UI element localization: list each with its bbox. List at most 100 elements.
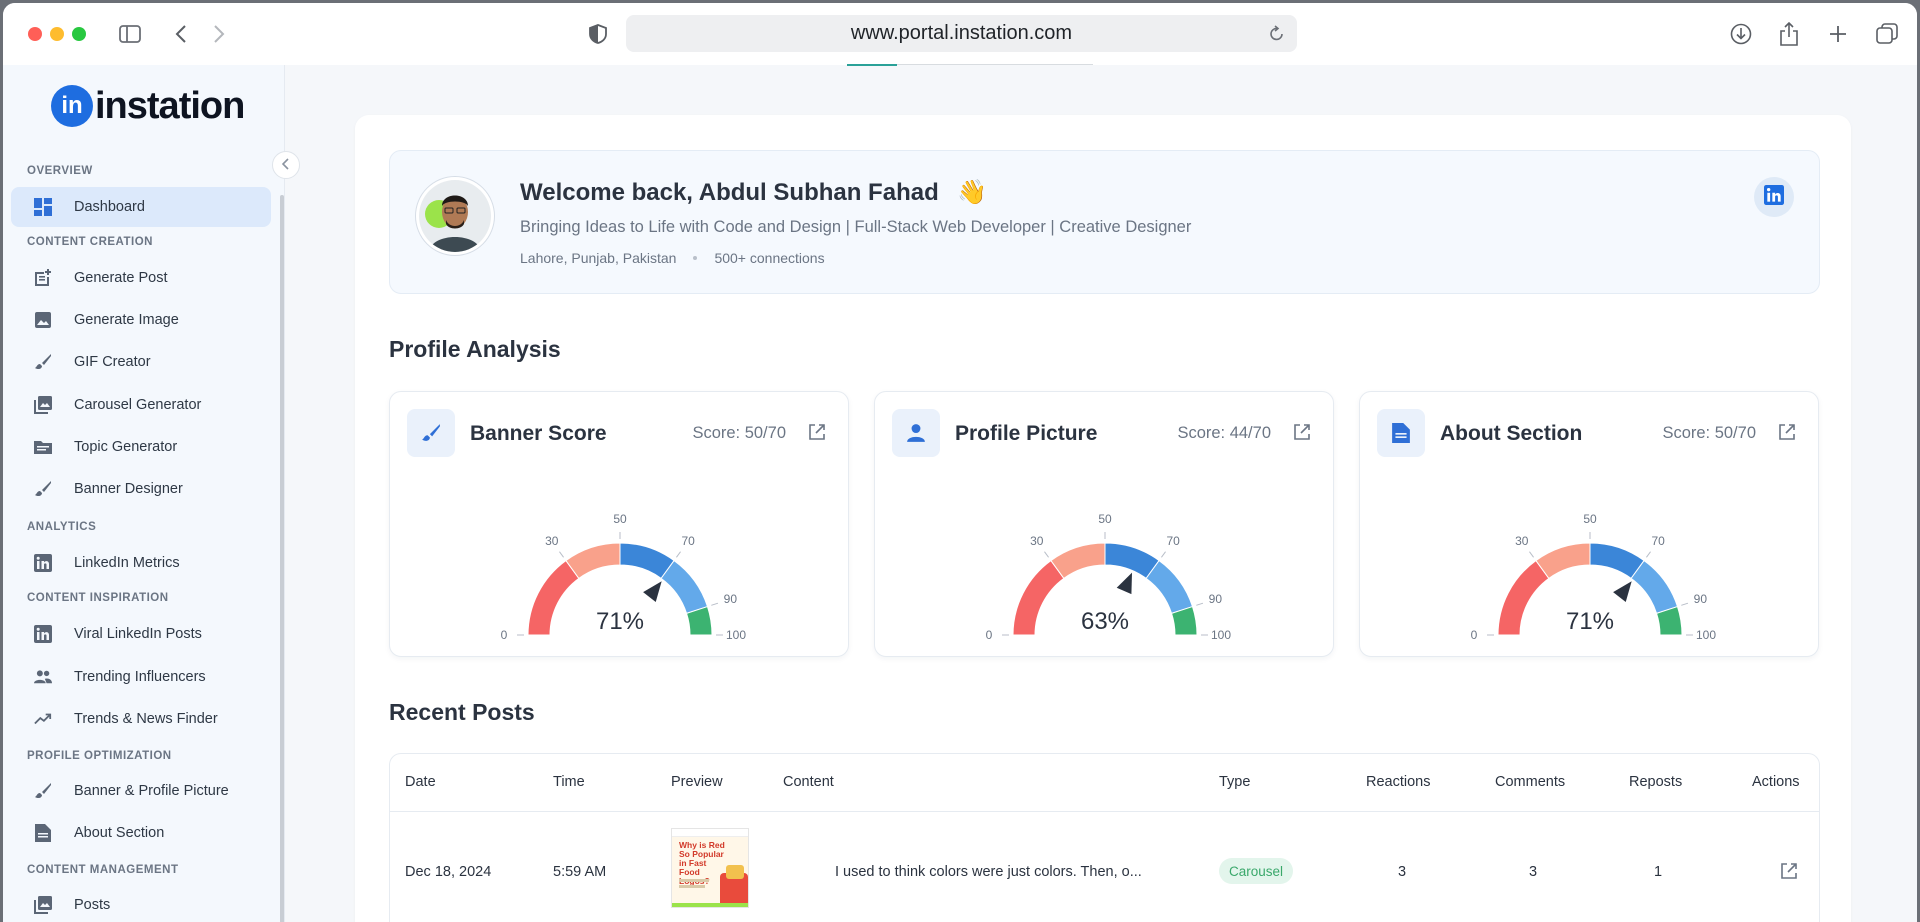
- table-header-divider: [390, 811, 1819, 812]
- sidebar-item-trends-news-finder[interactable]: Trends & News Finder: [11, 699, 271, 739]
- logo-text: instation: [95, 84, 245, 127]
- sidebar-item-banner-profile-picture[interactable]: Banner & Profile Picture: [11, 771, 271, 811]
- brush-icon: [407, 409, 455, 457]
- browser-toolbar: www.portal.instation.com: [3, 3, 1917, 65]
- avatar[interactable]: [416, 177, 494, 255]
- gauge-tick-label: 0: [986, 628, 993, 642]
- gauge-tick-label: 70: [1167, 534, 1181, 548]
- gauge-tick: [1529, 551, 1534, 558]
- sidebar-item-label: LinkedIn Metrics: [74, 555, 180, 571]
- section-label-content-inspiration: CONTENT INSPIRATION: [27, 592, 169, 604]
- gauge-tick-label: 90: [1694, 592, 1708, 606]
- sidebar-item-carousel-generator[interactable]: Carousel Generator: [11, 385, 271, 425]
- sidebar-item-generate-image[interactable]: Generate Image: [11, 300, 271, 340]
- sidebar-toggle-icon[interactable]: [117, 21, 143, 47]
- linkedin-profile-button[interactable]: [1754, 177, 1794, 217]
- sidebar-item-label: Banner & Profile Picture: [74, 783, 229, 799]
- logo-badge: in: [51, 85, 93, 127]
- column-header: Reactions: [1366, 774, 1431, 790]
- gauge-segment: [1497, 559, 1550, 636]
- gauge-chart: 0 30 50 70 90 100 71%: [1471, 512, 1717, 642]
- score-card-score: Score: 44/70: [1177, 424, 1271, 442]
- gauge-segment: [1012, 559, 1065, 636]
- post-preview-thumbnail[interactable]: Why is Red So Popular in Fast Food Logos…: [671, 828, 749, 908]
- gauge-tick-label: 30: [1030, 534, 1044, 548]
- post-time: 5:59 AM: [553, 864, 607, 880]
- close-window-button[interactable]: [28, 27, 42, 41]
- open-external-icon[interactable]: [1293, 423, 1311, 446]
- column-header: Type: [1219, 774, 1251, 790]
- sidebar-item-linkedin-metrics[interactable]: LinkedIn Metrics: [11, 543, 271, 583]
- collapse-sidebar-button[interactable]: [272, 151, 300, 179]
- tabs-overview-icon[interactable]: [1875, 21, 1899, 47]
- score-card-title: About Section: [1440, 422, 1583, 445]
- document-icon: [34, 824, 52, 842]
- gauge-tick-label: 30: [1515, 534, 1529, 548]
- gauge-tick-label: 50: [1098, 512, 1112, 526]
- brush-icon: [34, 353, 52, 371]
- open-external-icon[interactable]: [808, 423, 826, 446]
- welcome-title-text: Welcome back, Abdul Subhan Fahad: [520, 179, 939, 206]
- open-external-icon[interactable]: [1780, 862, 1798, 885]
- gauge-tick-label: 50: [1583, 512, 1597, 526]
- reload-icon[interactable]: [1269, 24, 1285, 48]
- post-content: I used to think colors were just colors.…: [835, 864, 1142, 880]
- linkedin-icon: [1764, 184, 1784, 210]
- gauge-tick: [559, 551, 564, 558]
- sidebar-item-viral-linkedin-posts[interactable]: Viral LinkedIn Posts: [11, 614, 271, 654]
- forward-icon[interactable]: [209, 21, 229, 47]
- document-icon: [1377, 409, 1425, 457]
- post-reposts: 1: [1654, 864, 1663, 880]
- address-bar[interactable]: www.portal.instation.com: [626, 15, 1297, 52]
- gauge-value-label: 71%: [596, 608, 644, 635]
- post-reactions: 3: [1398, 864, 1407, 880]
- shield-icon[interactable]: [587, 21, 609, 47]
- back-icon[interactable]: [171, 21, 191, 47]
- gauge-segment: [1630, 559, 1679, 614]
- sidebar-item-trending-influencers[interactable]: Trending Influencers: [11, 657, 271, 697]
- sidebar-item-banner-designer[interactable]: Banner Designer: [11, 469, 271, 509]
- gauge-tick-label: 100: [1696, 628, 1716, 642]
- sidebar-item-label: Generate Image: [74, 312, 179, 328]
- sidebar-item-dashboard[interactable]: Dashboard: [11, 187, 271, 227]
- gauge-tick-label: 70: [682, 534, 696, 548]
- gauge-tick: [1646, 551, 1651, 558]
- gauge-segment: [660, 559, 709, 614]
- open-external-icon[interactable]: [1778, 423, 1796, 446]
- folder-icon: [34, 438, 52, 456]
- linkedin-icon: [34, 554, 52, 572]
- sidebar-item-generate-post[interactable]: Generate Post: [11, 258, 271, 298]
- share-icon[interactable]: [1778, 21, 1800, 47]
- logo[interactable]: in instation: [51, 82, 245, 130]
- gauge-tick: [1044, 551, 1049, 558]
- sidebar-item-label: Viral LinkedIn Posts: [74, 626, 202, 642]
- profile-analysis-title: Profile Analysis: [389, 336, 561, 362]
- sidebar-item-topic-generator[interactable]: Topic Generator: [11, 427, 271, 467]
- gauge-tick: [1161, 551, 1166, 558]
- score-card-title: Profile Picture: [955, 422, 1098, 445]
- sidebar-item-gif-creator[interactable]: GIF Creator: [11, 342, 271, 382]
- column-header: Date: [405, 774, 436, 790]
- new-tab-icon[interactable]: [1827, 21, 1849, 47]
- sidebar-item-posts[interactable]: Posts: [11, 885, 271, 922]
- minimize-window-button[interactable]: [50, 27, 64, 41]
- page-tab-indicator: [847, 64, 1093, 66]
- gauge-needle: [1116, 572, 1133, 595]
- linkedin-icon: [34, 625, 52, 643]
- section-label-profile-optimization: PROFILE OPTIMIZATION: [27, 750, 172, 762]
- brush-icon: [34, 480, 52, 498]
- sidebar-scrollbar[interactable]: [280, 195, 284, 922]
- recent-posts-title: Recent Posts: [389, 699, 535, 725]
- trending-up-icon: [34, 710, 52, 728]
- score-card-profile-picture: Profile Picture Score: 44/70 0 30 50 70 90 10…: [874, 391, 1334, 657]
- gauge-tick-label: 100: [1211, 628, 1231, 642]
- gauge-tick-label: 90: [724, 592, 738, 606]
- welcome-card: Welcome back, Abdul Subhan Fahad 👋 Bring…: [389, 150, 1820, 294]
- sidebar-item-about-section[interactable]: About Section: [11, 813, 271, 853]
- sidebar: in instation OVERVIEW Dashboard CONTENT …: [3, 65, 285, 922]
- gauge-chart: 0 30 50 70 90 100 71%: [501, 512, 747, 642]
- maximize-window-button[interactable]: [72, 27, 86, 41]
- section-label-overview: OVERVIEW: [27, 165, 93, 177]
- download-icon[interactable]: [1729, 21, 1753, 47]
- gauge-tick: [711, 602, 719, 606]
